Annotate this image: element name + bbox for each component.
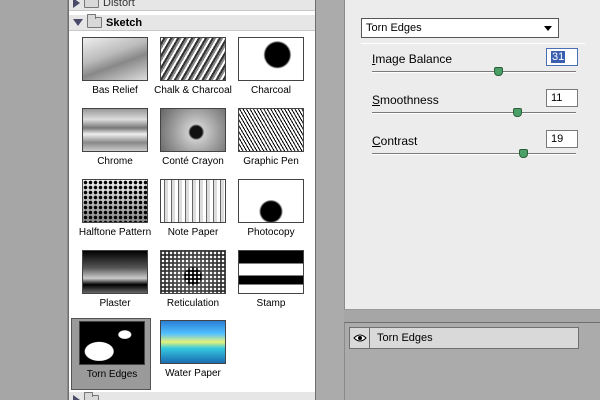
effect-layers-panel: Torn Edges bbox=[344, 322, 600, 400]
effect-layer-row[interactable]: Torn Edges bbox=[349, 327, 579, 349]
filter-note-paper[interactable]: Note Paper bbox=[153, 177, 233, 249]
filter-label: Water Paper bbox=[165, 368, 221, 379]
image-balance-track[interactable] bbox=[372, 71, 576, 73]
filter-stamp[interactable]: Stamp bbox=[231, 248, 311, 320]
chevron-down-icon[interactable] bbox=[542, 22, 554, 34]
image-balance-slider-knob[interactable] bbox=[494, 67, 504, 76]
param-label-mnemonic: S bbox=[372, 93, 381, 107]
filter-chrome[interactable]: Chrome bbox=[75, 106, 155, 178]
filter-label: Chalk & Charcoal bbox=[154, 85, 232, 96]
filter-conte-crayon[interactable]: Conté Crayon bbox=[153, 106, 233, 178]
chalk-charcoal-thumb bbox=[160, 37, 226, 81]
filter-select-dropdown[interactable]: Torn Edges bbox=[361, 18, 559, 38]
note-paper-thumb bbox=[160, 179, 226, 223]
param-smoothness: Smoothness 11 bbox=[372, 89, 578, 133]
filter-plaster[interactable]: Plaster bbox=[75, 248, 155, 320]
expand-arrow-icon[interactable] bbox=[73, 0, 80, 8]
param-label-mnemonic: C bbox=[372, 134, 381, 148]
category-sketch[interactable]: Sketch bbox=[69, 14, 315, 31]
filter-label: Reticulation bbox=[166, 298, 220, 309]
filter-torn-edges[interactable]: Torn Edges bbox=[71, 318, 151, 390]
contrast-input[interactable]: 19 bbox=[546, 130, 578, 148]
filter-label: Plaster bbox=[99, 298, 131, 309]
filter-label: Stamp bbox=[256, 298, 286, 309]
plaster-thumb bbox=[82, 250, 148, 294]
image-balance-input[interactable]: 31 bbox=[546, 48, 578, 66]
effect-layer-name: Torn Edges bbox=[377, 332, 433, 344]
filter-select-value: Torn Edges bbox=[366, 22, 422, 34]
panel-divider bbox=[316, 0, 344, 400]
filter-charcoal[interactable]: Charcoal bbox=[231, 35, 311, 107]
param-label-rest: mage Balance bbox=[375, 52, 453, 66]
filter-settings-panel: Torn Edges Image Balance 31 Smoothness 1… bbox=[344, 0, 600, 310]
conte-crayon-thumb bbox=[160, 108, 226, 152]
filter-label: Charcoal bbox=[250, 85, 292, 96]
filter-bas-relief[interactable]: Bas Relief bbox=[75, 35, 155, 107]
param-label-rest: ontrast bbox=[380, 134, 418, 148]
folder-icon bbox=[84, 0, 99, 8]
halftone-pattern-thumb bbox=[82, 179, 148, 223]
filter-label: Bas Relief bbox=[92, 85, 138, 96]
torn-edges-thumb bbox=[79, 321, 145, 365]
contrast-slider-knob[interactable] bbox=[518, 149, 528, 158]
param-label: Image Balance bbox=[372, 52, 452, 66]
filter-graphic-pen[interactable]: Graphic Pen bbox=[231, 106, 311, 178]
bas-relief-thumb bbox=[82, 37, 148, 81]
charcoal-thumb bbox=[238, 37, 304, 81]
chrome-thumb bbox=[82, 108, 148, 152]
category-distort[interactable]: Distort bbox=[69, 0, 315, 11]
filter-label: Photocopy bbox=[247, 227, 295, 238]
param-label: Contrast bbox=[372, 134, 417, 148]
graphic-pen-thumb bbox=[238, 108, 304, 152]
filter-label: Note Paper bbox=[167, 227, 219, 238]
expand-arrow-icon[interactable] bbox=[73, 395, 80, 400]
filter-label: Torn Edges bbox=[86, 369, 138, 380]
contrast-track[interactable] bbox=[372, 153, 576, 155]
filter-reticulation[interactable]: Reticulation bbox=[153, 248, 233, 320]
filter-label: Halftone Pattern bbox=[78, 227, 152, 238]
contrast-value: 19 bbox=[551, 133, 564, 145]
filter-photocopy[interactable]: Photocopy bbox=[231, 177, 311, 249]
filter-label: Conté Crayon bbox=[162, 156, 224, 167]
smoothness-slider-knob[interactable] bbox=[512, 108, 522, 117]
photocopy-thumb bbox=[238, 179, 304, 223]
param-label-rest: moothness bbox=[380, 93, 439, 107]
folder-icon bbox=[84, 391, 99, 400]
folder-icon bbox=[87, 14, 102, 28]
reticulation-thumb bbox=[160, 250, 226, 294]
category-label: Distort bbox=[103, 0, 135, 9]
smoothness-value: 11 bbox=[551, 92, 563, 104]
category-label: Sketch bbox=[106, 16, 143, 29]
stamp-thumb bbox=[238, 250, 304, 294]
filter-browser[interactable]: Distort Sketch Bas Relief Chalk & Charco… bbox=[68, 0, 316, 400]
filter-label: Graphic Pen bbox=[243, 156, 299, 167]
param-label: Smoothness bbox=[372, 93, 439, 107]
smoothness-track[interactable] bbox=[372, 112, 576, 114]
param-contrast: Contrast 19 bbox=[372, 130, 578, 174]
filter-label: Chrome bbox=[97, 156, 133, 167]
filter-water-paper[interactable]: Water Paper bbox=[153, 318, 233, 390]
smoothness-input[interactable]: 11 bbox=[546, 89, 578, 107]
filter-chalk-charcoal[interactable]: Chalk & Charcoal bbox=[153, 35, 233, 107]
image-balance-value: 31 bbox=[551, 51, 566, 63]
param-image-balance: Image Balance 31 bbox=[372, 48, 578, 92]
eye-icon[interactable] bbox=[350, 328, 370, 348]
category-next[interactable] bbox=[69, 391, 315, 400]
water-paper-thumb bbox=[160, 320, 226, 364]
filter-halftone-pattern[interactable]: Halftone Pattern bbox=[75, 177, 155, 249]
collapse-arrow-icon[interactable] bbox=[73, 19, 83, 26]
left-panel-strip bbox=[0, 0, 68, 400]
